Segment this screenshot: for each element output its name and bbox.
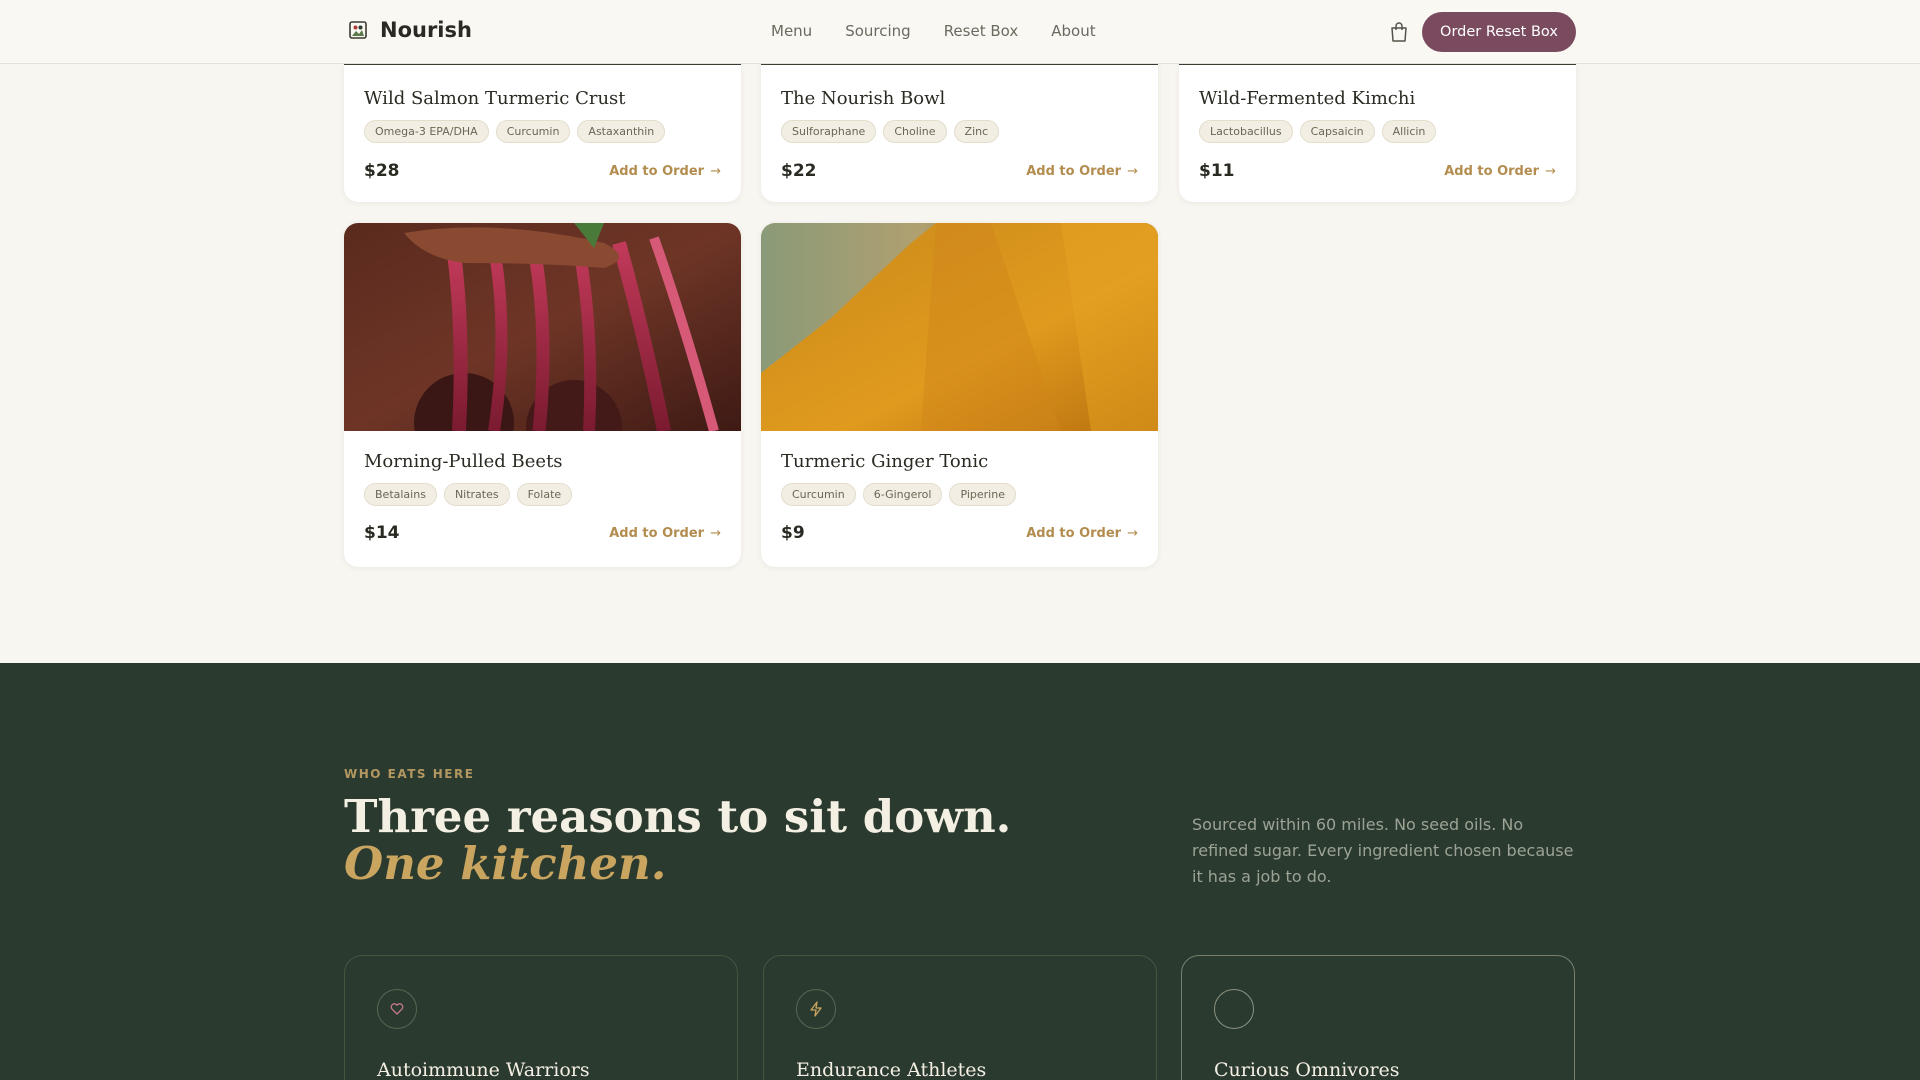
audience-title: Curious Omnivores [1214,1059,1400,1080]
nutrient-tag: Sulforaphane [781,120,877,143]
nutrient-tags: Curcumin 6-Gingerol Piperine [781,483,1138,506]
dish-name: The Nourish Bowl [781,88,946,109]
nutrient-tag: Zinc [953,120,1000,143]
dish-name: Wild-Fermented Kimchi [1199,88,1416,109]
nutrient-tag: Curcumin [495,120,571,143]
who-eats-here-section: WHO EATS HERE Three reasons to sit down.… [0,663,1920,1080]
nutrient-tag: Folate [516,483,573,506]
menu-card[interactable]: The Nourish Bowl Sulforaphane Choline Zi… [761,63,1158,202]
audience-card[interactable]: Endurance Athletes [763,955,1157,1080]
headline-main: Three reasons to sit down. [344,790,1012,843]
add-to-order-label: Add to Order [609,163,705,179]
dish-price: $28 [364,161,400,181]
add-to-order-button[interactable]: Add to Order → [1444,164,1556,179]
arrow-right-icon: → [1127,525,1138,541]
dish-price: $11 [1199,161,1235,181]
add-to-order-label: Add to Order [1444,163,1540,179]
nutrient-tag: Betalains [364,483,437,506]
menu-card[interactable]: Turmeric Ginger Tonic Curcumin 6-Gingero… [761,223,1158,567]
nutrient-tag: Omega-3 EPA/DHA [364,120,489,143]
arrow-right-icon: → [710,163,721,179]
nutrient-tag: Allicin [1381,120,1437,143]
menu-card[interactable]: Wild Salmon Turmeric Crust Omega-3 EPA/D… [344,63,741,202]
nutrient-tag: Capsaicin [1299,120,1375,143]
main-nav: Menu Sourcing Reset Box About [771,22,1096,40]
add-to-order-label: Add to Order [1026,163,1122,179]
arrow-right-icon: → [1127,163,1138,179]
arrow-right-icon: → [710,525,721,541]
nutrient-tag: 6-Gingerol [862,483,943,506]
section-intro: Sourced within 60 miles. No seed oils. N… [1192,815,1574,886]
dish-name: Morning-Pulled Beets [364,451,563,472]
turmeric-photo [761,223,1158,431]
audience-title: Endurance Athletes [796,1059,987,1080]
nutrient-tag: Curcumin [781,483,856,506]
logo-icon [348,20,368,40]
nutrient-tag: Astaxanthin [577,120,666,143]
headline-accent: One kitchen. [344,837,667,890]
arrow-right-icon: → [1545,163,1556,179]
nav-menu[interactable]: Menu [771,22,812,40]
add-to-order-label: Add to Order [1026,525,1122,541]
lightning-icon [796,989,836,1029]
nutrient-tag: Choline [883,120,947,143]
brand-name: Nourish [380,18,472,42]
circle-icon [1214,989,1254,1029]
order-reset-box-button[interactable]: Order Reset Box [1422,12,1576,52]
heart-icon [377,989,417,1029]
add-to-order-label: Add to Order [609,525,705,541]
audience-title: Autoimmune Warriors [377,1059,590,1080]
dish-name: Turmeric Ginger Tonic [781,451,989,472]
nav-sourcing[interactable]: Sourcing [845,22,911,40]
nutrient-tags: Betalains Nitrates Folate [364,483,721,506]
shopping-bag-icon[interactable] [1390,22,1408,42]
nutrient-tag: Piperine [949,483,1016,506]
section-eyebrow: WHO EATS HERE [344,767,475,781]
add-to-order-button[interactable]: Add to Order → [609,164,721,179]
nutrient-tags: Sulforaphane Choline Zinc [781,120,1138,143]
brand[interactable]: Nourish [348,18,472,42]
dish-name: Wild Salmon Turmeric Crust [364,88,626,109]
beets-photo [344,223,741,476]
add-to-order-button[interactable]: Add to Order → [1026,526,1138,541]
site-header: Nourish Menu Sourcing Reset Box About Or… [0,0,1920,64]
dish-price: $22 [781,161,817,181]
nutrient-tags: Lactobacillus Capsaicin Allicin [1199,120,1556,143]
section-headline: Three reasons to sit down. One kitchen. [344,793,1011,887]
audience-card[interactable]: Autoimmune Warriors [344,955,738,1080]
nutrient-tags: Omega-3 EPA/DHA Curcumin Astaxanthin [364,120,721,143]
nutrient-tag: Lactobacillus [1199,120,1293,143]
add-to-order-button[interactable]: Add to Order → [1026,164,1138,179]
audience-card[interactable]: Curious Omnivores [1181,955,1575,1080]
add-to-order-button[interactable]: Add to Order → [609,526,721,541]
dish-price: $14 [364,523,400,543]
menu-card[interactable]: Morning-Pulled Beets Betalains Nitrates … [344,223,741,567]
nav-reset-box[interactable]: Reset Box [944,22,1019,40]
menu-card[interactable]: Wild-Fermented Kimchi Lactobacillus Caps… [1179,63,1576,202]
dish-price: $9 [781,523,805,543]
nutrient-tag: Nitrates [443,483,510,506]
nav-about[interactable]: About [1051,22,1095,40]
